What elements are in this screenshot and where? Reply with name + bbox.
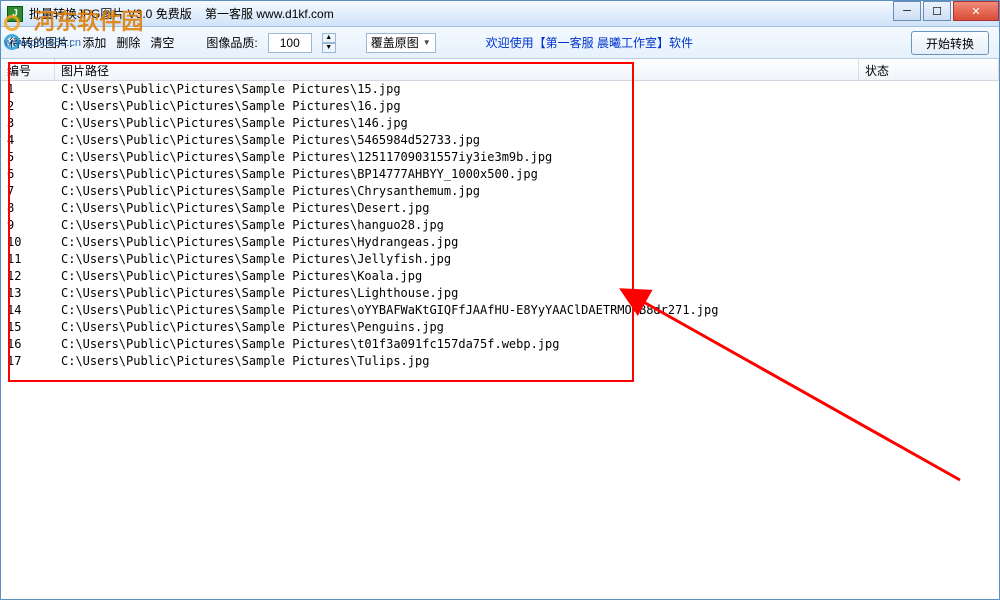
table-row[interactable]: 6C:\Users\Public\Pictures\Sample Picture…: [1, 166, 999, 183]
cell-status: [859, 115, 999, 132]
col-header-status[interactable]: 状态: [859, 59, 999, 80]
col-header-id[interactable]: 编号: [1, 59, 55, 80]
cell-path: C:\Users\Public\Pictures\Sample Pictures…: [55, 132, 859, 149]
cell-status: [859, 302, 999, 319]
cell-path: C:\Users\Public\Pictures\Sample Pictures…: [55, 336, 859, 353]
cell-status: [859, 234, 999, 251]
cell-path: C:\Users\Public\Pictures\Sample Pictures…: [55, 115, 859, 132]
cell-status: [859, 98, 999, 115]
spin-up-button[interactable]: ▲: [322, 33, 336, 43]
list-header: 编号 图片路径 状态: [1, 59, 999, 81]
table-row[interactable]: 8C:\Users\Public\Pictures\Sample Picture…: [1, 200, 999, 217]
col-header-path[interactable]: 图片路径: [55, 59, 859, 80]
cell-id: 9: [1, 217, 55, 234]
quality-spinner: ▲ ▼: [322, 33, 336, 53]
table-row[interactable]: 12C:\Users\Public\Pictures\Sample Pictur…: [1, 268, 999, 285]
cell-path: C:\Users\Public\Pictures\Sample Pictures…: [55, 353, 859, 370]
table-row[interactable]: 2C:\Users\Public\Pictures\Sample Picture…: [1, 98, 999, 115]
spin-down-button[interactable]: ▼: [322, 43, 336, 53]
cell-id: 15: [1, 319, 55, 336]
cell-path: C:\Users\Public\Pictures\Sample Pictures…: [55, 200, 859, 217]
cell-path: C:\Users\Public\Pictures\Sample Pictures…: [55, 166, 859, 183]
cell-status: [859, 149, 999, 166]
maximize-button[interactable]: ☐: [923, 1, 951, 21]
cell-id: 17: [1, 353, 55, 370]
cell-id: 10: [1, 234, 55, 251]
cell-path: C:\Users\Public\Pictures\Sample Pictures…: [55, 234, 859, 251]
chevron-down-icon: ▼: [423, 38, 431, 47]
cell-path: C:\Users\Public\Pictures\Sample Pictures…: [55, 217, 859, 234]
delete-button[interactable]: 删除: [116, 34, 140, 51]
cell-path: C:\Users\Public\Pictures\Sample Pictures…: [55, 183, 859, 200]
add-button[interactable]: 添加: [82, 34, 106, 51]
toolbar: 待转的图片: 添加 删除 清空 图像品质: ▲ ▼ 覆盖原图 ▼ 欢迎使用【第一…: [1, 27, 999, 59]
cell-id: 7: [1, 183, 55, 200]
overwrite-label: 覆盖原图: [371, 34, 419, 51]
table-row[interactable]: 1C:\Users\Public\Pictures\Sample Picture…: [1, 81, 999, 98]
table-row[interactable]: 10C:\Users\Public\Pictures\Sample Pictur…: [1, 234, 999, 251]
table-row[interactable]: 13C:\Users\Public\Pictures\Sample Pictur…: [1, 285, 999, 302]
cell-path: C:\Users\Public\Pictures\Sample Pictures…: [55, 302, 859, 319]
cell-id: 16: [1, 336, 55, 353]
cell-status: [859, 336, 999, 353]
quality-label: 图像品质:: [206, 34, 257, 51]
cell-id: 14: [1, 302, 55, 319]
overwrite-dropdown[interactable]: 覆盖原图 ▼: [366, 33, 436, 53]
app-icon: J: [7, 6, 23, 22]
cell-status: [859, 132, 999, 149]
cell-id: 8: [1, 200, 55, 217]
table-row[interactable]: 9C:\Users\Public\Pictures\Sample Picture…: [1, 217, 999, 234]
table-row[interactable]: 15C:\Users\Public\Pictures\Sample Pictur…: [1, 319, 999, 336]
cell-path: C:\Users\Public\Pictures\Sample Pictures…: [55, 251, 859, 268]
minimize-button[interactable]: ─: [893, 1, 921, 21]
table-row[interactable]: 11C:\Users\Public\Pictures\Sample Pictur…: [1, 251, 999, 268]
cell-path: C:\Users\Public\Pictures\Sample Pictures…: [55, 268, 859, 285]
table-row[interactable]: 7C:\Users\Public\Pictures\Sample Picture…: [1, 183, 999, 200]
promo-text: 欢迎使用【第一客服 晨曦工作室】软件: [486, 34, 693, 51]
table-row[interactable]: 14C:\Users\Public\Pictures\Sample Pictur…: [1, 302, 999, 319]
cell-path: C:\Users\Public\Pictures\Sample Pictures…: [55, 81, 859, 98]
cell-id: 2: [1, 98, 55, 115]
file-listview[interactable]: 编号 图片路径 状态 1C:\Users\Public\Pictures\Sam…: [1, 59, 999, 599]
cell-status: [859, 319, 999, 336]
cell-status: [859, 268, 999, 285]
list-rows: 1C:\Users\Public\Pictures\Sample Picture…: [1, 81, 999, 370]
cell-id: 13: [1, 285, 55, 302]
start-convert-button[interactable]: 开始转换: [911, 31, 989, 55]
clear-button[interactable]: 清空: [150, 34, 174, 51]
cell-id: 12: [1, 268, 55, 285]
cell-path: C:\Users\Public\Pictures\Sample Pictures…: [55, 285, 859, 302]
table-row[interactable]: 17C:\Users\Public\Pictures\Sample Pictur…: [1, 353, 999, 370]
cell-id: 11: [1, 251, 55, 268]
close-button[interactable]: ✕: [953, 1, 999, 21]
cell-status: [859, 81, 999, 98]
cell-path: C:\Users\Public\Pictures\Sample Pictures…: [55, 319, 859, 336]
cell-status: [859, 200, 999, 217]
cell-id: 3: [1, 115, 55, 132]
table-row[interactable]: 4C:\Users\Public\Pictures\Sample Picture…: [1, 132, 999, 149]
cell-path: C:\Users\Public\Pictures\Sample Pictures…: [55, 149, 859, 166]
cell-status: [859, 353, 999, 370]
table-row[interactable]: 16C:\Users\Public\Pictures\Sample Pictur…: [1, 336, 999, 353]
quality-input[interactable]: [268, 33, 312, 53]
app-window: J 批量转换JPG图片 V3.0 免费版 第一客服 www.d1kf.com ─…: [0, 0, 1000, 600]
table-row[interactable]: 3C:\Users\Public\Pictures\Sample Picture…: [1, 115, 999, 132]
cell-id: 5: [1, 149, 55, 166]
cell-status: [859, 285, 999, 302]
cell-status: [859, 183, 999, 200]
cell-id: 1: [1, 81, 55, 98]
window-title: 批量转换JPG图片 V3.0 免费版 第一客服 www.d1kf.com: [29, 5, 334, 22]
cell-status: [859, 217, 999, 234]
cell-id: 4: [1, 132, 55, 149]
start-label: 开始转换: [926, 35, 974, 52]
window-buttons: ─ ☐ ✕: [891, 1, 999, 21]
cell-status: [859, 166, 999, 183]
table-row[interactable]: 5C:\Users\Public\Pictures\Sample Picture…: [1, 149, 999, 166]
cell-id: 6: [1, 166, 55, 183]
cell-path: C:\Users\Public\Pictures\Sample Pictures…: [55, 98, 859, 115]
cell-status: [859, 251, 999, 268]
titlebar[interactable]: J 批量转换JPG图片 V3.0 免费版 第一客服 www.d1kf.com ─…: [1, 1, 999, 27]
pending-label: 待转的图片:: [9, 34, 72, 51]
